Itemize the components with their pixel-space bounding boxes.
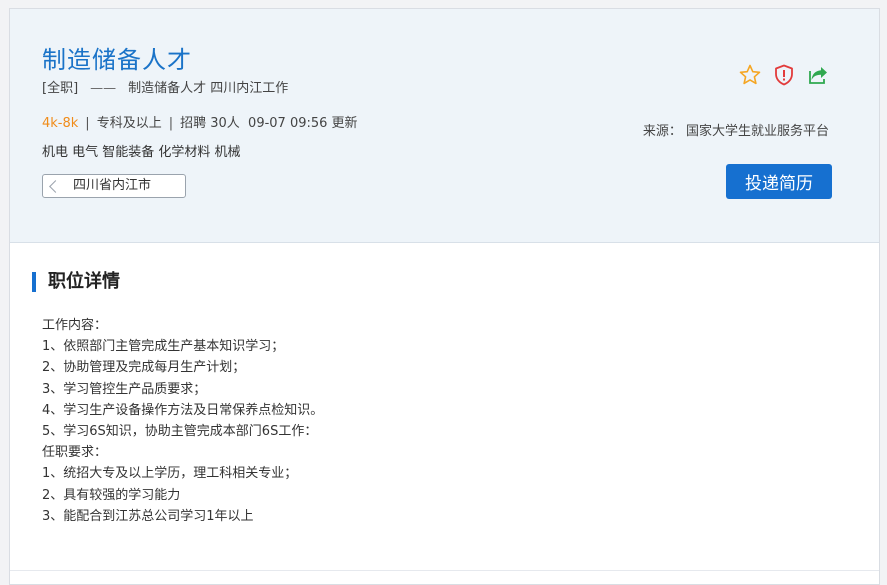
subline-dash: ——: [90, 81, 117, 96]
job-detail-frame: 制造储备人才 [全职] —— 制造储备人才 四川内江工作 4k-8k | 专科及以上 | 招…: [9, 8, 880, 585]
recruit-count: 招聘 30人: [180, 116, 240, 131]
action-icons: [738, 63, 834, 89]
job-title: 制造储备人才: [42, 46, 192, 74]
shield-alert-icon[interactable]: [772, 63, 796, 87]
meta-separator: |: [85, 116, 90, 131]
job-description: 工作内容： 1、依照部门主管完成生产基本知识学习； 2、协助管理及完成每月生产计划；…: [42, 315, 323, 527]
location-text: 四川省内江市: [73, 178, 152, 193]
meta-separator: |: [168, 116, 174, 131]
description-line: 2、具有较强的学习能力: [42, 487, 181, 503]
bottom-divider: [10, 570, 879, 571]
star-icon[interactable]: [738, 63, 762, 87]
description-line: 5、学习6S知识，协助主管完成本部门6S工作：: [42, 424, 318, 440]
salary: 4k-8k: [42, 116, 79, 131]
job-subline: [全职] —— 制造储备人才 四川内江工作: [42, 77, 288, 96]
location-tag: 四川省内江市: [42, 174, 186, 198]
job-subtitle: 制造储备人才 四川内江工作: [128, 81, 289, 96]
description-line: 3、能配合到江苏总公司学习1年以上: [42, 508, 254, 524]
job-meta: 4k-8k | 专科及以上 | 招聘 30人 09-07 09:56 更新: [42, 112, 358, 131]
job-tags: 机电 电气 智能装备 化学材料 机械: [42, 145, 241, 160]
description-line: 4、学习生产设备操作方法及日常保养点检知识。: [42, 402, 324, 418]
job-header: 制造储备人才 [全职] —— 制造储备人才 四川内江工作 4k-8k | 专科及以上 | 招…: [10, 9, 879, 243]
description-line: 2、协助管理及完成每月生产计划；: [42, 360, 246, 376]
description-line: 工作内容：: [42, 318, 108, 333]
tag-notch: [49, 180, 62, 193]
job-type: [全职]: [42, 81, 79, 96]
source-info: 来源： 国家大学生就业服务平台: [642, 124, 829, 139]
education: 专科及以上: [96, 116, 162, 131]
description-line: 1、依照部门主管完成生产基本知识学习；: [42, 339, 285, 355]
description-line: 1、统招大专及以上学历，理工科相关专业；: [42, 466, 298, 482]
apply-resume-button[interactable]: 投递简历: [726, 164, 832, 199]
section-title-job-details: 职位详情: [32, 272, 120, 292]
description-line: 任职要求：: [42, 445, 108, 461]
share-icon[interactable]: [806, 63, 830, 87]
update-time: 09-07 09:56 更新: [248, 116, 358, 131]
description-line: 3、学习管控生产品质要求；: [42, 381, 207, 397]
